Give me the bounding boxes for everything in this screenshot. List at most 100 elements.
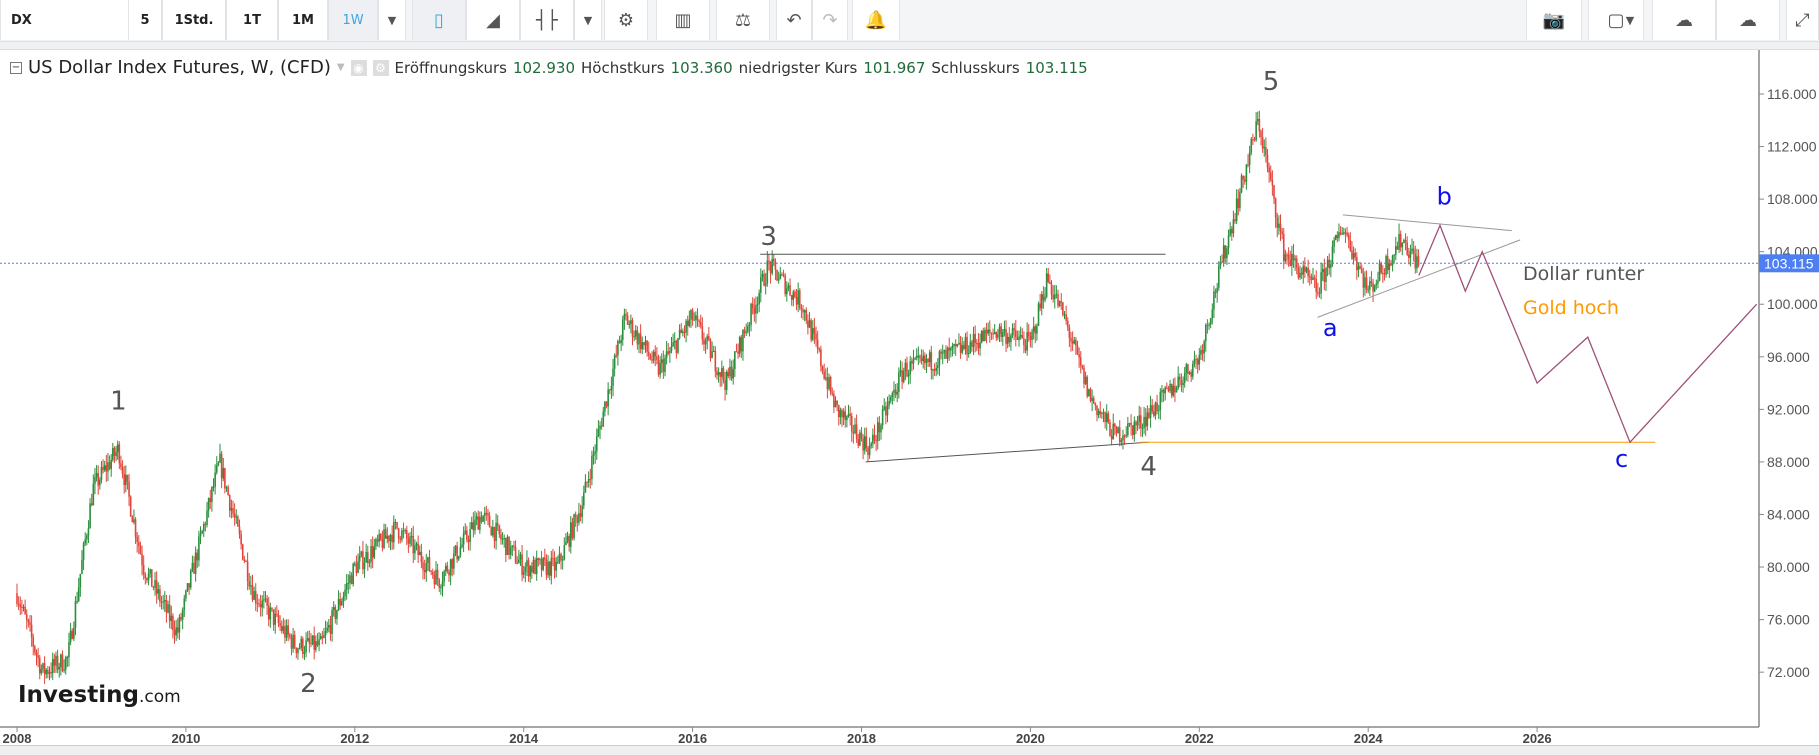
candle-body: [932, 369, 934, 371]
candle-body: [1239, 192, 1241, 209]
candle-body: [141, 554, 143, 566]
candle-body: [651, 359, 653, 361]
candle-body: [1276, 217, 1279, 228]
candle-body: [214, 472, 216, 487]
candle-body: [1182, 382, 1184, 386]
candle-body: [1219, 261, 1222, 266]
candle-body: [509, 547, 512, 555]
candle-body: [574, 514, 577, 517]
candle-body: [734, 351, 736, 370]
candle-body: [1305, 267, 1308, 272]
candle-body: [862, 438, 864, 451]
candle-body: [943, 349, 946, 353]
candle-body: [716, 371, 718, 376]
candle-body: [1247, 164, 1249, 166]
candle-body: [155, 580, 158, 594]
candle-body: [842, 411, 845, 418]
candle-body: [290, 637, 293, 649]
candle-body: [355, 563, 358, 574]
visibility-icon[interactable]: ◉: [350, 59, 367, 76]
candle-body: [1388, 263, 1391, 271]
candle-body: [144, 574, 147, 579]
title-dropdown-icon[interactable]: ▼: [337, 62, 345, 73]
candle-body: [386, 535, 389, 539]
candle-body: [1136, 421, 1139, 426]
collapse-icon[interactable]: −: [10, 61, 22, 74]
candle-body: [792, 291, 795, 300]
price-chart[interactable]: 72.000 76.000 80.000 84.000 88.000 92.000 96.0…: [0, 0, 1819, 755]
candle-body: [1414, 254, 1417, 269]
candle-body: [470, 522, 473, 530]
candle-body: [747, 326, 749, 332]
candle-body: [591, 455, 593, 480]
candle-body: [89, 503, 91, 529]
candle-body: [737, 351, 739, 354]
candle-body: [1318, 293, 1321, 295]
candle-body: [232, 508, 234, 514]
candle-body: [451, 559, 454, 569]
candle-body: [565, 541, 567, 546]
candle-body: [1021, 335, 1024, 339]
candle-body: [440, 587, 442, 589]
candle-body: [1110, 435, 1113, 440]
candle-body: [1250, 139, 1253, 153]
candle-body: [86, 535, 88, 540]
candle-body: [1060, 301, 1063, 303]
candle-body: [326, 627, 328, 631]
candle-body: [610, 386, 613, 391]
candle-body: [531, 566, 533, 573]
candle-body: [263, 599, 265, 601]
settings-icon[interactable]: ⚙: [372, 59, 389, 76]
candle-body: [1018, 336, 1020, 340]
candle-body: [1105, 413, 1108, 423]
candle-body: [709, 339, 712, 359]
close-label: Schlusskurs: [931, 58, 1020, 77]
candle-body: [295, 647, 298, 654]
candle-body: [730, 366, 733, 379]
candle-body: [998, 326, 1001, 334]
high-label: Höchstkurs: [580, 58, 665, 77]
candle-body: [660, 359, 663, 363]
candle-body: [807, 320, 809, 328]
candle-body: [74, 601, 77, 628]
candle-body: [433, 574, 436, 585]
candle-body: [389, 535, 392, 542]
candle-body: [514, 547, 517, 564]
candle-body: [1128, 422, 1131, 424]
candle-body: [880, 425, 882, 433]
candle-body: [550, 557, 553, 576]
candle-body: [1235, 198, 1238, 222]
candle-body: [1346, 232, 1348, 236]
candle-body: [1404, 240, 1407, 243]
candle-body: [802, 309, 804, 313]
y-tick-label: 72.000: [1767, 664, 1810, 680]
candle-body: [644, 340, 647, 346]
candle-body: [323, 635, 325, 638]
candle-body: [1104, 412, 1106, 423]
candle-body: [1308, 276, 1311, 278]
candle-body: [215, 465, 218, 473]
candle-body: [1146, 412, 1149, 427]
candle-body: [61, 654, 64, 671]
candle-body: [798, 290, 801, 309]
candle-body: [557, 561, 559, 563]
candle-body: [1144, 416, 1147, 427]
candle-body: [966, 336, 968, 355]
candle-body: [118, 444, 121, 464]
candle-body: [738, 337, 741, 354]
candle-body: [1131, 425, 1134, 436]
candle-body: [1378, 263, 1381, 281]
candle-body: [618, 341, 621, 344]
candle-body: [899, 370, 902, 373]
candle-body: [360, 551, 363, 556]
candle-body: [821, 366, 824, 372]
candle-body: [906, 362, 908, 377]
candle-body: [669, 350, 671, 354]
candle-body: [264, 598, 267, 600]
candle-body: [529, 566, 531, 577]
candle-body: [849, 413, 851, 416]
candle-body: [597, 429, 600, 437]
candle-body: [459, 547, 462, 557]
open-label: Eröffnungskurs: [394, 58, 507, 77]
candle-body: [555, 562, 557, 571]
